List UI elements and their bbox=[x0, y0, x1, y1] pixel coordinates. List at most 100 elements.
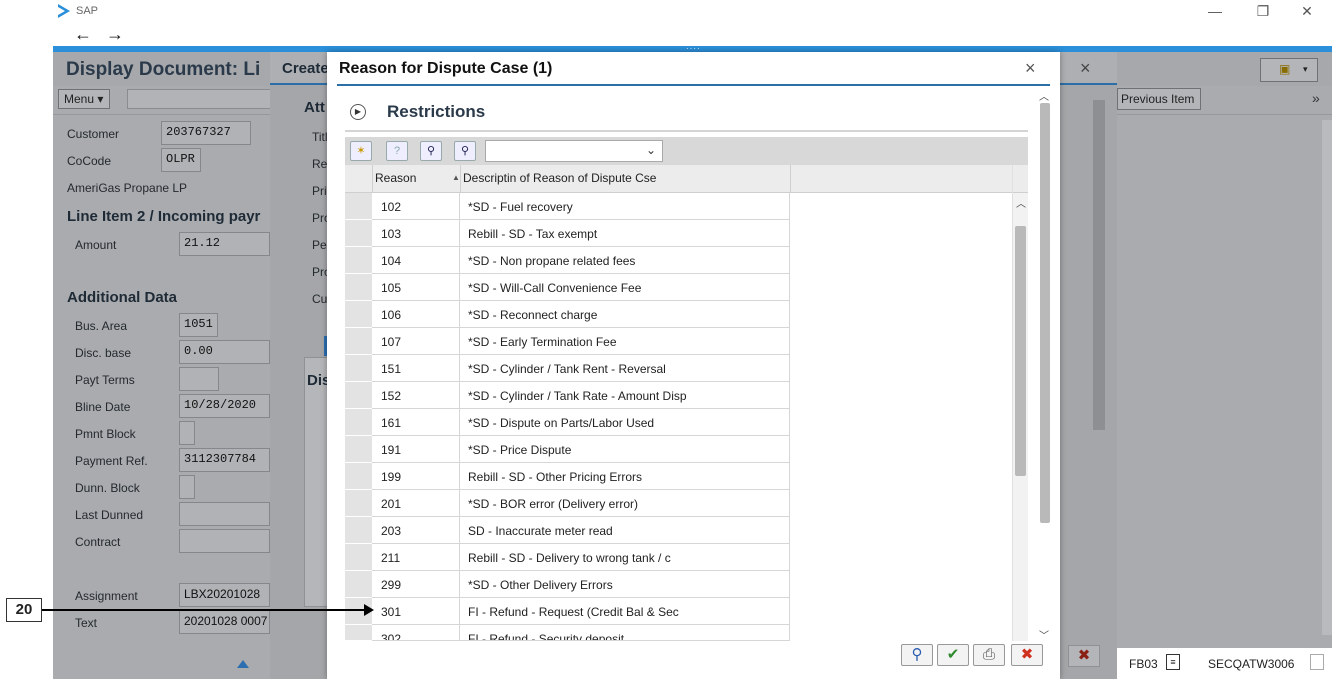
search-button[interactable]: ⚲ bbox=[901, 644, 933, 666]
reason-description-cell[interactable]: *SD - Price Dispute bbox=[460, 436, 790, 462]
forward-arrow-icon[interactable]: → bbox=[106, 24, 124, 44]
table-scroll-thumb[interactable] bbox=[1015, 226, 1026, 476]
cancel-button[interactable]: ✖ bbox=[1011, 644, 1043, 666]
table-row[interactable]: 301 FI - Refund - Request (Credit Bal & S… bbox=[372, 598, 790, 625]
column-header-reason[interactable]: Reason bbox=[375, 171, 416, 185]
reason-description-cell[interactable]: *SD - Other Delivery Errors bbox=[460, 571, 790, 597]
close-icon[interactable]: × bbox=[1025, 58, 1036, 79]
popup-scroll-thumb[interactable] bbox=[1040, 103, 1050, 523]
collapse-up-icon[interactable] bbox=[237, 660, 249, 668]
reason-description-cell[interactable]: *SD - Cylinder / Tank Rate - Amount Disp bbox=[460, 382, 790, 408]
reason-description-cell[interactable]: *SD - Non propane related fees bbox=[460, 247, 790, 273]
reason-description-cell[interactable]: *SD - Reconnect charge bbox=[460, 301, 790, 327]
reason-description-cell[interactable]: SD - Inaccurate meter read bbox=[460, 517, 790, 543]
chevron-right-icon[interactable]: » bbox=[1312, 90, 1320, 106]
reason-description-cell[interactable]: Rebill - SD - Other Pricing Errors bbox=[460, 463, 790, 489]
page-scrollbar[interactable] bbox=[1322, 120, 1332, 635]
table-row[interactable]: 104 *SD - Non propane related fees bbox=[372, 247, 790, 274]
row-selector[interactable] bbox=[345, 436, 372, 463]
scroll-up-icon[interactable]: ︿ bbox=[1039, 88, 1049, 103]
assignment-field[interactable]: LBX20201028 bbox=[179, 583, 270, 607]
previous-item-button[interactable]: Previous Item bbox=[1117, 88, 1201, 110]
row-selector[interactable] bbox=[345, 193, 372, 220]
reason-description-cell[interactable]: *SD - BOR error (Delivery error) bbox=[460, 490, 790, 516]
table-row[interactable]: 103 Rebill - SD - Tax exempt bbox=[372, 220, 790, 247]
print-button[interactable]: ⎙ bbox=[973, 644, 1005, 666]
new-entry-icon[interactable]: ✶ bbox=[350, 141, 372, 161]
bg-cancel-icon[interactable]: ✖ bbox=[1068, 645, 1100, 667]
reason-code-cell[interactable]: 199 bbox=[372, 463, 460, 489]
status-flag-icon[interactable] bbox=[1310, 654, 1324, 670]
reason-code-cell[interactable]: 107 bbox=[372, 328, 460, 354]
row-selector[interactable] bbox=[345, 409, 372, 436]
restore-button[interactable]: ❐ bbox=[1248, 2, 1278, 22]
amount-field[interactable]: 21.12 bbox=[179, 232, 270, 256]
reason-code-cell[interactable]: 106 bbox=[372, 301, 460, 327]
table-row[interactable]: 211 Rebill - SD - Delivery to wrong tank … bbox=[372, 544, 790, 571]
reason-code-cell[interactable]: 299 bbox=[372, 571, 460, 597]
reason-description-cell[interactable]: FI - Refund - Security deposit bbox=[460, 625, 790, 640]
column-header-description[interactable]: Descriptin of Reason of Dispute Cse bbox=[463, 171, 656, 185]
row-selector[interactable] bbox=[345, 220, 372, 247]
reason-code-cell[interactable]: 211 bbox=[372, 544, 460, 570]
reason-description-cell[interactable]: *SD - Will-Call Convenience Fee bbox=[460, 274, 790, 300]
cocode-field[interactable]: OLPR bbox=[161, 148, 201, 172]
table-row[interactable]: 201 *SD - BOR error (Delivery error) bbox=[372, 490, 790, 517]
table-row[interactable]: 302 FI - Refund - Security deposit bbox=[372, 625, 790, 641]
table-row[interactable]: 199 Rebill - SD - Other Pricing Errors bbox=[372, 463, 790, 490]
table-row[interactable]: 161 *SD - Dispute on Parts/Labor Used bbox=[372, 409, 790, 436]
reason-code-cell[interactable]: 302 bbox=[372, 625, 460, 640]
reason-description-cell[interactable]: FI - Refund - Request (Credit Bal & Sec bbox=[460, 598, 790, 624]
table-row[interactable]: 191 *SD - Price Dispute bbox=[372, 436, 790, 463]
reason-description-cell[interactable]: *SD - Dispute on Parts/Labor Used bbox=[460, 409, 790, 435]
restrictions-title[interactable]: Restrictions bbox=[387, 102, 485, 122]
customer-field[interactable]: 203767327 bbox=[161, 121, 251, 145]
reason-code-cell[interactable]: 191 bbox=[372, 436, 460, 462]
last-dunned-field[interactable] bbox=[179, 502, 270, 526]
reason-description-cell[interactable]: *SD - Fuel recovery bbox=[460, 193, 790, 219]
menu-button[interactable]: Menu ▾ bbox=[58, 89, 110, 109]
table-row[interactable]: 105 *SD - Will-Call Convenience Fee bbox=[372, 274, 790, 301]
reason-description-cell[interactable]: Rebill - SD - Delivery to wrong tank / c bbox=[460, 544, 790, 570]
table-row[interactable]: 106 *SD - Reconnect charge bbox=[372, 301, 790, 328]
row-selector[interactable] bbox=[345, 382, 372, 409]
scroll-down-icon[interactable]: ﹀ bbox=[1039, 627, 1049, 642]
reason-code-cell[interactable]: 151 bbox=[372, 355, 460, 381]
pmnt-block-field[interactable] bbox=[179, 421, 195, 445]
row-selector[interactable] bbox=[345, 247, 372, 274]
reason-code-cell[interactable]: 301 bbox=[372, 598, 460, 624]
expand-icon[interactable]: ▶ bbox=[350, 104, 366, 120]
reason-code-cell[interactable]: 152 bbox=[372, 382, 460, 408]
row-selector[interactable] bbox=[345, 463, 372, 490]
reason-code-cell[interactable]: 104 bbox=[372, 247, 460, 273]
contract-field[interactable] bbox=[179, 529, 270, 553]
bus-area-field[interactable]: 1051 bbox=[179, 313, 218, 337]
row-selector[interactable] bbox=[345, 301, 372, 328]
dunn-block-field[interactable] bbox=[179, 475, 195, 499]
reason-description-cell[interactable]: Rebill - SD - Tax exempt bbox=[460, 220, 790, 246]
reason-description-cell[interactable]: *SD - Cylinder / Tank Rent - Reversal bbox=[460, 355, 790, 381]
table-row[interactable]: 102 *SD - Fuel recovery bbox=[372, 193, 790, 220]
reason-code-cell[interactable]: 201 bbox=[372, 490, 460, 516]
row-selector[interactable] bbox=[345, 355, 372, 382]
table-row[interactable]: 152 *SD - Cylinder / Tank Rate - Amount D… bbox=[372, 382, 790, 409]
table-row[interactable]: 299 *SD - Other Delivery Errors bbox=[372, 571, 790, 598]
create-close-icon[interactable]: × bbox=[1080, 58, 1091, 79]
reason-code-cell[interactable]: 105 bbox=[372, 274, 460, 300]
payment-ref-field[interactable]: 3112307784 bbox=[179, 448, 270, 472]
help-icon[interactable]: ? bbox=[386, 141, 408, 161]
bg-scroll-thumb[interactable] bbox=[1093, 100, 1105, 430]
row-selector[interactable] bbox=[345, 517, 372, 544]
row-selector[interactable] bbox=[345, 490, 372, 517]
reason-code-cell[interactable]: 161 bbox=[372, 409, 460, 435]
find-next-icon[interactable]: ⚲ bbox=[454, 141, 476, 161]
reason-code-cell[interactable]: 103 bbox=[372, 220, 460, 246]
minimize-button[interactable]: — bbox=[1200, 2, 1230, 22]
back-arrow-icon[interactable]: ← bbox=[74, 24, 92, 44]
find-icon[interactable]: ⚲ bbox=[420, 141, 442, 161]
command-field[interactable] bbox=[127, 89, 272, 109]
table-row[interactable]: 107 *SD - Early Termination Fee bbox=[372, 328, 790, 355]
disc-base-field[interactable]: 0.00 bbox=[179, 340, 270, 364]
scroll-up-icon[interactable]: ︿ bbox=[1016, 195, 1026, 210]
bline-date-field[interactable]: 10/28/2020 bbox=[179, 394, 270, 418]
